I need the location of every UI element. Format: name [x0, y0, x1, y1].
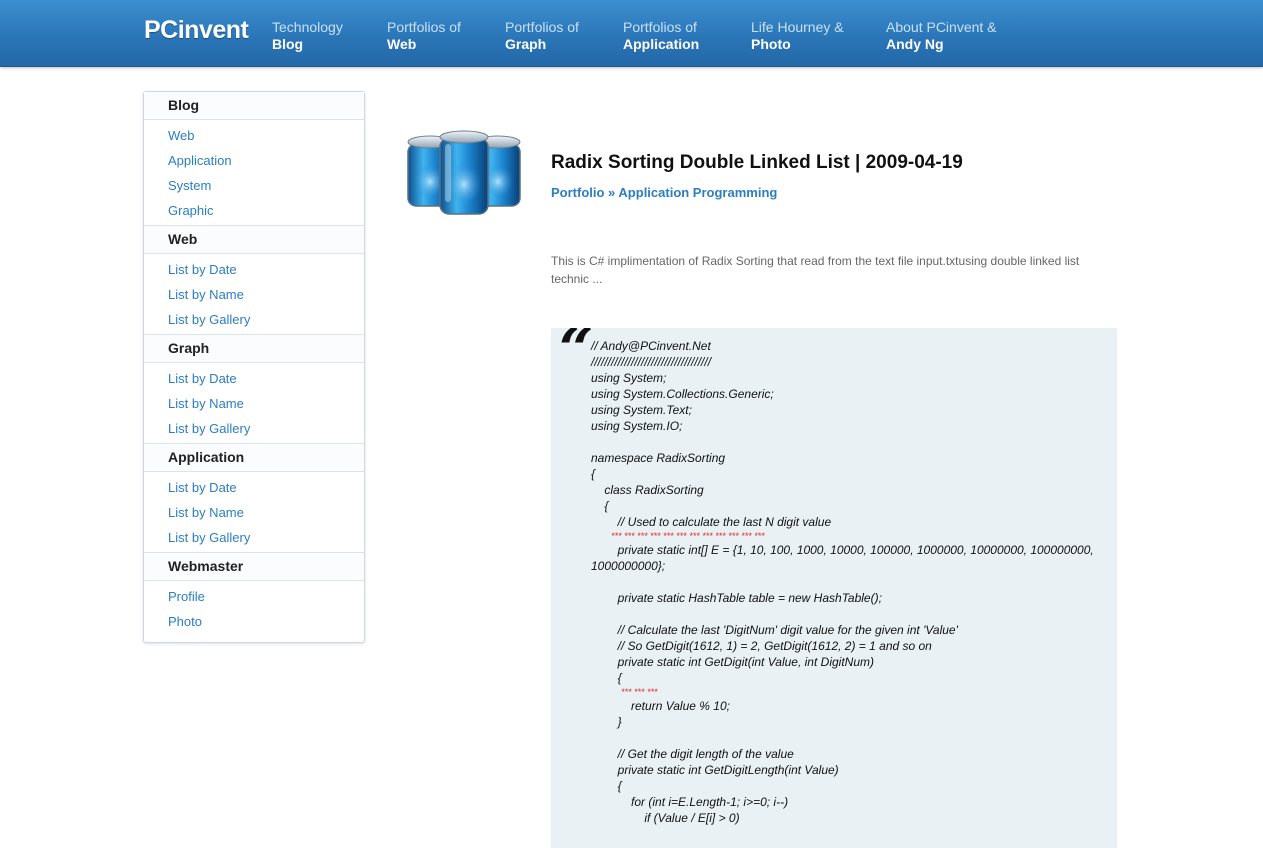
- nav-item-caption: Portfolios of: [505, 19, 579, 35]
- nav-item-caption: Portfolios of: [623, 19, 697, 35]
- code-line: return Value % 10;: [591, 699, 730, 713]
- application-jars-icon: [407, 130, 521, 215]
- nav-about[interactable]: About PCinvent & Andy Ng: [886, 19, 997, 53]
- code-line: // Andy@PCinvent.Net: [591, 339, 711, 353]
- sidebar-link-list-by-date[interactable]: List by Date: [144, 366, 364, 391]
- nav-item-label: Web: [387, 36, 417, 52]
- code-line: using System;: [591, 371, 667, 385]
- code-line: private static int GetDigit(int Value, i…: [591, 655, 874, 669]
- code-line: using System.IO;: [591, 419, 683, 433]
- nav-item-label: Blog: [272, 36, 304, 52]
- nav-technology-blog[interactable]: Technology Blog: [272, 19, 343, 53]
- code-line: using System.Text;: [591, 403, 692, 417]
- nav-item-label: Andy Ng: [886, 36, 944, 52]
- nav-item-label: Application: [623, 36, 700, 52]
- sidebar-heading: Application: [144, 443, 364, 472]
- nav-life-photo[interactable]: Life Hourney & Photo: [751, 19, 844, 53]
- nav-item-label: Graph: [505, 36, 547, 52]
- code-line: ////////////////////////////////////: [591, 355, 712, 369]
- breadcrumb-portfolio-link[interactable]: Portfolio: [551, 185, 604, 200]
- sidebar-link-profile[interactable]: Profile: [144, 584, 364, 609]
- sidebar-link-list-by-name[interactable]: List by Name: [144, 500, 364, 525]
- top-nav-bar: PCinvent Technology Blog Portfolios of W…: [0, 0, 1263, 67]
- sidebar-link-system[interactable]: System: [144, 173, 364, 198]
- sidebar-heading: Webmaster: [144, 552, 364, 581]
- nav-portfolio-web[interactable]: Portfolios of Web: [387, 19, 461, 53]
- breadcrumb-separator: »: [604, 185, 619, 200]
- code-line: {: [591, 779, 622, 793]
- sidebar-group-graph: Graph List by Date List by Name List by …: [144, 334, 364, 443]
- quote-mark-icon: “: [559, 328, 594, 385]
- code-line: {: [591, 671, 622, 685]
- code-line: {: [591, 499, 609, 513]
- nav-portfolio-graph[interactable]: Portfolios of Graph: [505, 19, 579, 53]
- code-line: private static HashTable table = new Has…: [591, 591, 882, 605]
- sidebar-link-application[interactable]: Application: [144, 148, 364, 173]
- code-quote-block: “ // Andy@PCinvent.Net //////////////////…: [551, 328, 1117, 848]
- nav-item-label: Photo: [751, 36, 791, 52]
- post-title: Radix Sorting Double Linked List | 2009-…: [551, 152, 963, 173]
- sidebar-group-blog: Blog Web Application System Graphic: [144, 92, 364, 225]
- sidebar-link-list-by-name[interactable]: List by Name: [144, 391, 364, 416]
- code-line: }: [591, 715, 622, 729]
- sidebar-link-photo[interactable]: Photo: [144, 609, 364, 634]
- sidebar-link-graphic[interactable]: Graphic: [144, 198, 364, 223]
- code-line: for (int i=E.Length-1; i>=0; i--): [591, 795, 789, 809]
- sidebar-link-list-by-gallery[interactable]: List by Gallery: [144, 307, 364, 332]
- sidebar-link-list-by-gallery[interactable]: List by Gallery: [144, 525, 364, 550]
- code-line: class RadixSorting: [591, 483, 704, 497]
- post-summary: This is C# implimentation of Radix Sorti…: [551, 254, 1080, 286]
- nav-item-caption: Portfolios of: [387, 19, 461, 35]
- code-line: // Get the digit length of the value: [591, 747, 794, 761]
- code-line-redacted: *** *** *** *** *** *** *** *** *** *** …: [591, 531, 765, 541]
- sidebar-link-list-by-date[interactable]: List by Date: [144, 257, 364, 282]
- breadcrumb: Portfolio » Application Programming: [551, 185, 777, 200]
- code-line: // So GetDigit(1612, 1) = 2, GetDigit(16…: [591, 639, 932, 653]
- sidebar-group-application: Application List by Date List by Name Li…: [144, 443, 364, 552]
- code-line: namespace RadixSorting: [591, 451, 726, 465]
- nav-item-caption: About PCinvent &: [886, 19, 997, 35]
- sidebar-group-web: Web List by Date List by Name List by Ga…: [144, 225, 364, 334]
- sidebar-group-webmaster: Webmaster Profile Photo: [144, 552, 364, 636]
- code-line: private static int[] E = {1, 10, 100, 10…: [591, 543, 1098, 573]
- code-line: // Calculate the last 'DigitNum' digit v…: [591, 623, 958, 637]
- site-logo[interactable]: PCinvent: [144, 16, 249, 45]
- sidebar-heading: Graph: [144, 334, 364, 363]
- nav-portfolio-application[interactable]: Portfolios of Application: [623, 19, 699, 53]
- sidebar-link-web[interactable]: Web: [144, 123, 364, 148]
- sidebar: Blog Web Application System Graphic Web …: [143, 91, 365, 643]
- sidebar-heading: Blog: [144, 92, 364, 120]
- nav-item-caption: Technology: [272, 19, 343, 35]
- nav-item-caption: Life Hourney &: [751, 19, 844, 35]
- code-line: using System.Collections.Generic;: [591, 387, 774, 401]
- sidebar-link-list-by-gallery[interactable]: List by Gallery: [144, 416, 364, 441]
- code-line: {: [591, 467, 596, 481]
- sidebar-link-list-by-date[interactable]: List by Date: [144, 475, 364, 500]
- code-line-redacted: *** *** ***: [591, 687, 658, 697]
- sidebar-heading: Web: [144, 225, 364, 254]
- code-line: // Used to calculate the last N digit va…: [591, 515, 832, 529]
- breadcrumb-category-link[interactable]: Application Programming: [618, 185, 777, 200]
- code-listing: // Andy@PCinvent.Net ////////////////////…: [591, 338, 1107, 826]
- sidebar-link-list-by-name[interactable]: List by Name: [144, 282, 364, 307]
- code-line: if (Value / E[i] > 0): [591, 811, 740, 825]
- code-line: private static int GetDigitLength(int Va…: [591, 763, 839, 777]
